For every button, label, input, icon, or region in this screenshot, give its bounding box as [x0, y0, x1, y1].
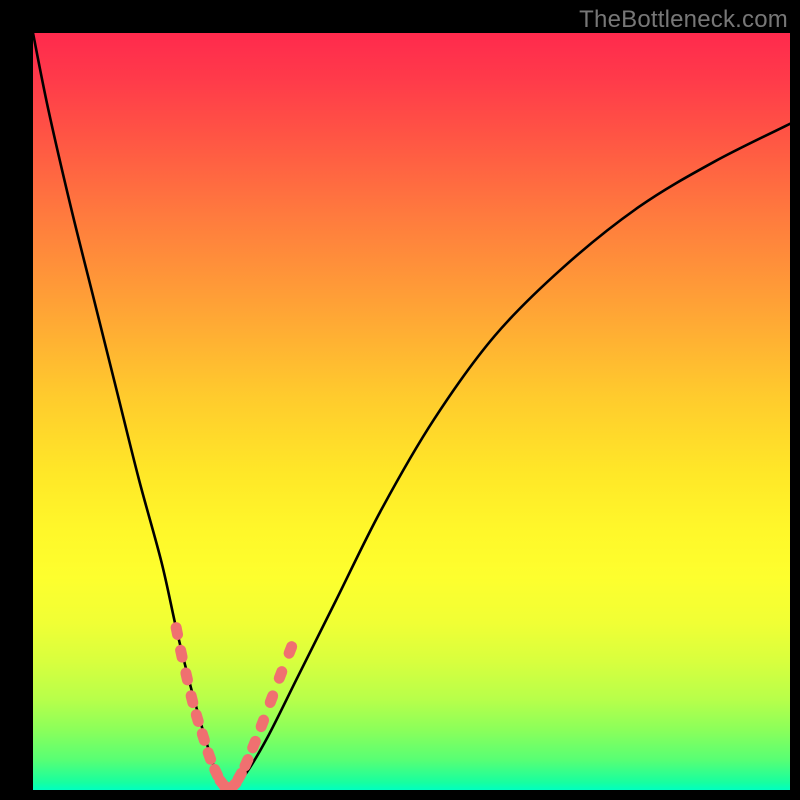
- marker-bead: [282, 640, 299, 661]
- marker-bead: [179, 666, 194, 686]
- marker-bead: [263, 689, 280, 710]
- plot-area: [33, 33, 790, 790]
- marker-bead: [174, 644, 189, 664]
- bottleneck-curve-line: [33, 33, 790, 790]
- marker-bead: [201, 746, 217, 767]
- highlighted-points: [170, 621, 299, 790]
- chart-frame: TheBottleneck.com: [0, 0, 800, 800]
- marker-bead: [195, 727, 211, 747]
- marker-bead: [170, 621, 184, 641]
- watermark-text: TheBottleneck.com: [579, 6, 788, 34]
- marker-bead: [272, 665, 289, 686]
- marker-bead: [189, 708, 205, 728]
- marker-bead: [254, 713, 271, 734]
- chart-svg: [33, 33, 790, 790]
